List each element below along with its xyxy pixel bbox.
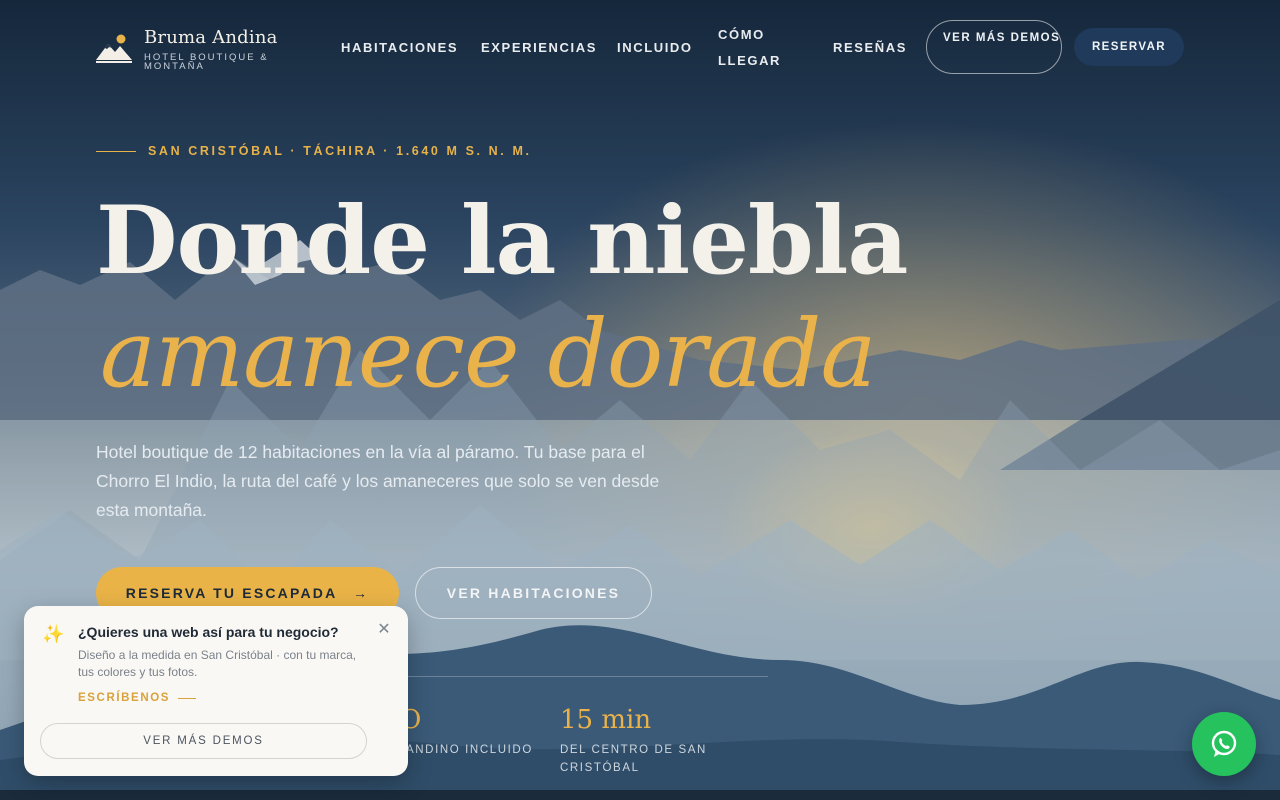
- popup-more-demos-button[interactable]: VER MÁS DEMOS: [40, 723, 367, 759]
- stat-label-1: ANDINO INCLUIDO: [406, 744, 533, 756]
- nav-resenas[interactable]: RESEÑAS: [833, 35, 907, 61]
- book-escape-label: RESERVA TU ESCAPADA: [125, 585, 337, 601]
- brand-name: Bruma Andina: [144, 27, 278, 48]
- hero-title-line1: Donde la niebla: [96, 186, 908, 296]
- nav-como-llegar[interactable]: CÓMO LLEGAR: [718, 22, 798, 74]
- stat-value-2: 15 min: [560, 705, 652, 735]
- hero-title-line2: amanece dorada: [100, 300, 876, 409]
- contact-link[interactable]: ESCRÍBENOS: [78, 692, 197, 704]
- contact-link-line: [178, 697, 197, 699]
- eyebrow-text: SAN CRISTÓBAL · TÁCHIRA · 1.640 M S. N. …: [148, 144, 532, 158]
- popup-title: ¿Quieres una web así para tu negocio?: [78, 624, 339, 640]
- stat-label-2: DEL CENTRO DE SAN CRISTÓBAL: [560, 744, 707, 774]
- close-icon[interactable]: ✕: [374, 620, 394, 640]
- mountain-sun-icon: [96, 34, 132, 63]
- whatsapp-icon: [1211, 730, 1237, 757]
- brand-tagline: HOTEL BOUTIQUE & MONTAÑA: [144, 52, 269, 72]
- nav-habitaciones[interactable]: HABITACIONES: [341, 35, 458, 61]
- hero-lead: Hotel boutique de 12 habitaciones en la …: [96, 442, 660, 520]
- nav-experiencias[interactable]: EXPERIENCIAS: [481, 35, 597, 61]
- contact-link-label: ESCRÍBENOS: [78, 692, 171, 704]
- arrow-right-icon: →: [353, 585, 370, 601]
- site-header: Bruma Andina HOTEL BOUTIQUE & MONTAÑA HA…: [0, 0, 1280, 100]
- more-demos-button[interactable]: VER MÁS DEMOS: [926, 20, 1062, 74]
- brand-logo[interactable]: Bruma Andina HOTEL BOUTIQUE & MONTAÑA: [96, 28, 278, 71]
- reserve-button[interactable]: RESERVAR: [1074, 28, 1184, 66]
- view-rooms-button[interactable]: VER HABITACIONES: [415, 567, 652, 619]
- promo-popup: ✨ ¿Quieres una web así para tu negocio? …: [24, 606, 408, 776]
- nav-incluido[interactable]: INCLUIDO: [617, 35, 693, 61]
- popup-description: Diseño a la medida en San Cristóbal · co…: [78, 648, 357, 679]
- hero-eyebrow: SAN CRISTÓBAL · TÁCHIRA · 1.640 M S. N. …: [96, 144, 532, 158]
- whatsapp-button[interactable]: [1192, 712, 1256, 776]
- sparkles-icon: ✨: [42, 624, 65, 644]
- eyebrow-divider: [96, 150, 136, 152]
